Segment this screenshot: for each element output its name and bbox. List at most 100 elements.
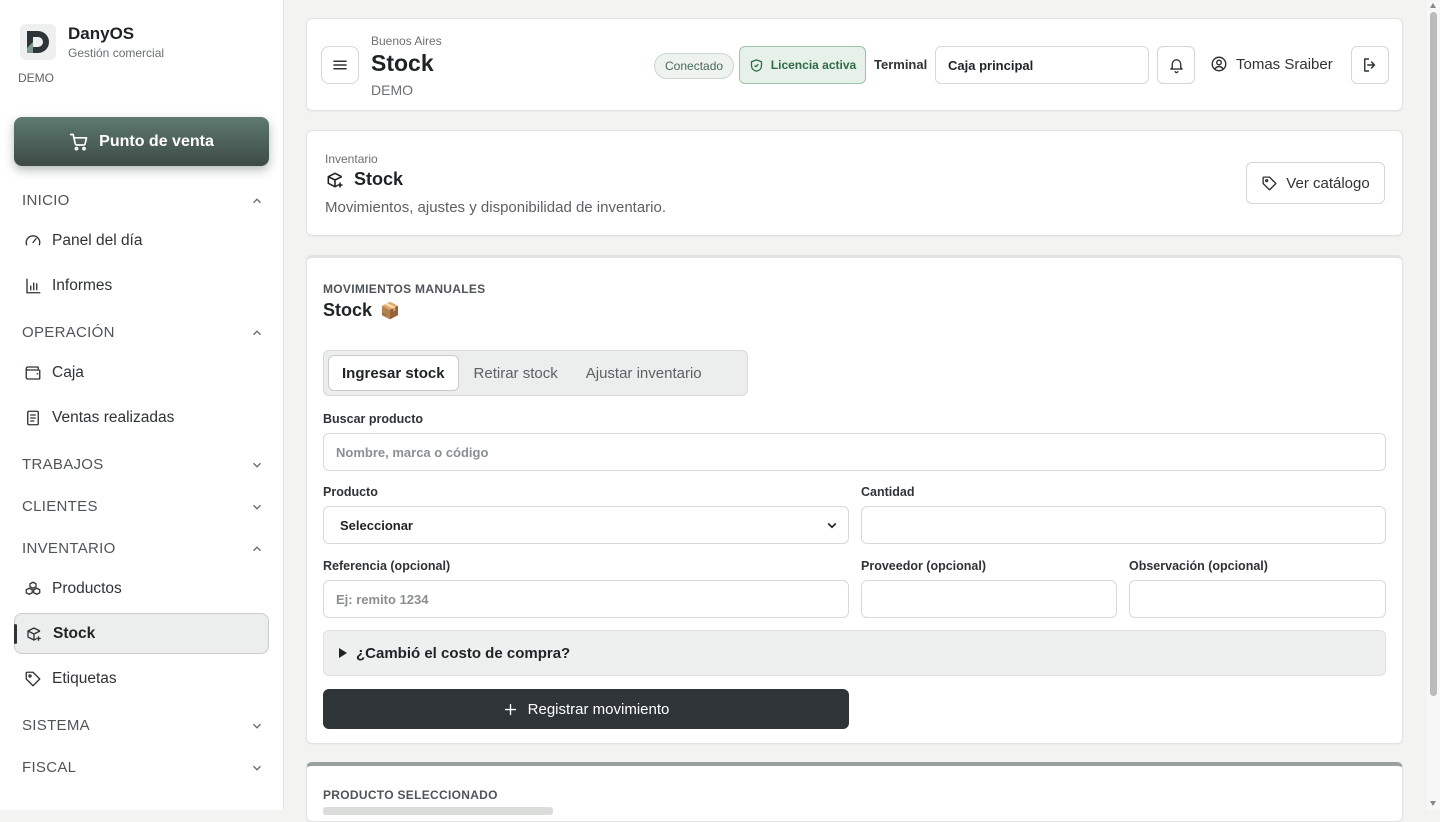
supplier-input[interactable] <box>861 580 1117 618</box>
terminal-label: Terminal <box>874 57 928 72</box>
section-inicio[interactable]: INICIO <box>22 192 264 209</box>
sidebar-item-label: Caja <box>52 364 84 381</box>
scrollbar[interactable] <box>1427 0 1440 810</box>
scroll-up-arrow-icon[interactable] <box>1430 3 1436 8</box>
top-header: Buenos Aires Stock DEMO Conectado Licenc… <box>306 18 1403 111</box>
notifications-button[interactable] <box>1157 46 1195 84</box>
connection-status-badge: Conectado <box>654 53 735 79</box>
brand-logo-icon <box>20 24 56 60</box>
register-movement-button[interactable]: Registrar movimiento <box>323 689 849 729</box>
terminal-input[interactable]: Caja principal <box>935 46 1149 84</box>
quantity-label: Cantidad <box>861 485 915 499</box>
tab-retirar-stock[interactable]: Retirar stock <box>461 355 571 391</box>
section-title: Stock <box>325 169 403 190</box>
view-catalog-label: Ver catálogo <box>1286 174 1370 192</box>
section-sistema-label: SISTEMA <box>22 717 90 734</box>
selected-product-card: PRODUCTO SELECCIONADO <box>306 762 1403 822</box>
logout-button[interactable] <box>1351 46 1389 84</box>
cost-change-toggle[interactable]: ¿Cambió el costo de compra? <box>323 630 1386 676</box>
bell-icon <box>1169 58 1183 73</box>
tab-ingresar-stock[interactable]: Ingresar stock <box>328 355 459 391</box>
product-label: Producto <box>323 485 378 499</box>
observation-input[interactable] <box>1129 580 1386 618</box>
header-city: Buenos Aires <box>371 34 442 48</box>
selected-product-placeholder <box>323 807 553 815</box>
brand: DanyOS Gestión comercial <box>20 24 164 60</box>
reference-label: Referencia (opcional) <box>323 559 451 573</box>
sidebar-item-caja[interactable]: Caja <box>24 353 264 393</box>
scrollbar-thumb[interactable] <box>1430 12 1437 696</box>
sidebar-item-label: Etiquetas <box>52 670 117 687</box>
chevron-up-icon <box>253 329 261 335</box>
sidebar-item-stock[interactable]: Stock <box>14 613 269 654</box>
document-icon <box>27 410 39 426</box>
cart-icon <box>69 133 88 151</box>
reference-input[interactable]: Ej: remito 1234 <box>323 580 849 618</box>
section-inventario-label: INVENTARIO <box>22 540 116 557</box>
sidebar-item-ventas[interactable]: Ventas realizadas <box>24 398 264 438</box>
menu-button[interactable] <box>321 46 359 84</box>
chevron-down-icon <box>253 462 261 468</box>
logout-icon <box>1364 58 1376 72</box>
sidebar-item-label: Productos <box>52 580 122 597</box>
sidebar-item-label: Ventas realizadas <box>52 409 175 426</box>
section-inventario[interactable]: INVENTARIO <box>22 540 264 557</box>
sidebar-item-panel[interactable]: Panel del día <box>24 221 264 261</box>
sidebar: DanyOS Gestión comercial DEMO Punto de v… <box>0 0 284 810</box>
section-clientes-label: CLIENTES <box>22 498 98 515</box>
scroll-down-arrow-icon[interactable] <box>1430 801 1436 806</box>
view-catalog-button[interactable]: Ver catálogo <box>1246 162 1385 204</box>
license-badge: Licencia activa <box>739 46 866 84</box>
movements-card: MOVIMIENTOS MANUALES Stock 📦 Ingresar st… <box>306 255 1403 744</box>
cost-change-label: ¿Cambió el costo de compra? <box>356 644 571 662</box>
plus-icon <box>504 703 516 715</box>
section-description: Movimientos, ajustes y disponibilidad de… <box>325 199 667 216</box>
tab-ajustar-inventario[interactable]: Ajustar inventario <box>573 355 715 391</box>
breadcrumb: Inventario <box>325 152 378 166</box>
supplier-label: Proveedor (opcional) <box>861 559 987 573</box>
sidebar-item-etiquetas[interactable]: Etiquetas <box>24 659 264 699</box>
shield-check-icon <box>750 58 762 72</box>
tag-icon <box>1262 175 1277 191</box>
observation-label: Observación (opcional) <box>1129 559 1268 573</box>
brand-subtitle: Gestión comercial <box>68 46 165 60</box>
license-label: Licencia activa <box>770 58 857 72</box>
wallet-icon <box>25 366 41 380</box>
section-sistema[interactable]: SISTEMA <box>22 717 264 734</box>
sidebar-item-label: Stock <box>53 624 96 642</box>
product-select[interactable]: Seleccionar <box>323 506 849 544</box>
boxes-icon <box>25 581 41 595</box>
chevron-down-icon <box>253 504 261 510</box>
inventory-header-card: Inventario Stock Movimientos, ajustes y … <box>306 130 1403 236</box>
chevron-down-icon <box>253 723 261 729</box>
product-select-value: Seleccionar <box>340 517 413 533</box>
movements-title-text: Stock <box>323 300 373 320</box>
header-subtitle: DEMO <box>371 82 413 98</box>
search-label: Buscar producto <box>323 412 424 426</box>
bar-chart-icon <box>26 278 41 294</box>
section-title-text: Stock <box>354 169 404 189</box>
chevron-up-icon <box>253 197 261 203</box>
user-menu[interactable]: Tomas Sraiber <box>1210 55 1333 73</box>
section-fiscal[interactable]: FISCAL <box>22 759 264 776</box>
section-clientes[interactable]: CLIENTES <box>22 498 264 515</box>
pos-button[interactable]: Punto de venta <box>14 117 269 166</box>
section-operacion-label: OPERACIÓN <box>22 324 115 341</box>
chevron-up-icon <box>253 545 261 551</box>
movement-tabs: Ingresar stock Retirar stock Ajustar inv… <box>323 350 748 396</box>
brand-name: DanyOS <box>68 24 135 43</box>
gauge-icon <box>25 235 41 246</box>
quantity-input[interactable] <box>861 506 1386 544</box>
section-trabajos[interactable]: TRABAJOS <box>22 456 264 473</box>
sidebar-item-informes[interactable]: Informes <box>24 266 264 306</box>
section-fiscal-label: FISCAL <box>22 759 77 776</box>
sidebar-item-productos[interactable]: Productos <box>24 569 264 609</box>
user-name: Tomas Sraiber <box>1236 55 1333 73</box>
user-circle-icon <box>1211 56 1227 72</box>
chevron-down-icon <box>827 522 837 529</box>
pos-button-label: Punto de venta <box>99 132 214 150</box>
sidebar-item-label: Informes <box>52 277 113 294</box>
section-inicio-label: INICIO <box>22 192 70 209</box>
product-search-input[interactable]: Nombre, marca o código <box>323 433 1386 471</box>
section-operacion[interactable]: OPERACIÓN <box>22 324 264 341</box>
